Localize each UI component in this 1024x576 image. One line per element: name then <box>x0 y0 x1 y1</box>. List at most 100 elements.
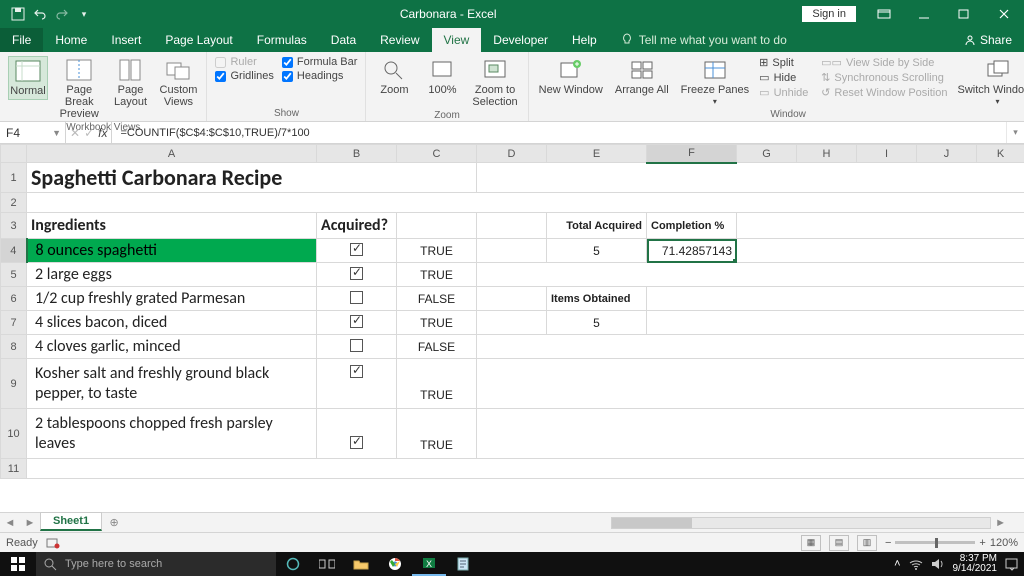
switch-windows-button[interactable]: Switch Windows▾ <box>955 56 1024 109</box>
row-header[interactable]: 10 <box>1 409 27 459</box>
enter-formula-icon[interactable]: ✓ <box>84 126 94 140</box>
worksheet-grid[interactable]: A B C D E F G H I J K 1Spaghetti Carbona… <box>0 144 1024 512</box>
minimize-icon[interactable] <box>904 0 944 28</box>
cell-A8[interactable]: 4 cloves garlic, minced <box>27 335 317 359</box>
chrome-icon[interactable] <box>378 552 412 576</box>
cell-A9[interactable]: Kosher salt and freshly ground black pep… <box>27 359 317 409</box>
maximize-icon[interactable] <box>944 0 984 28</box>
zoom-in-button[interactable]: + <box>979 537 985 549</box>
page-break-view-icon[interactable]: ▥ <box>857 535 877 551</box>
checkbox-icon[interactable] <box>350 267 363 280</box>
checkbox-icon[interactable] <box>350 243 363 256</box>
file-explorer-icon[interactable] <box>344 552 378 576</box>
tab-home[interactable]: Home <box>43 28 99 52</box>
col-B[interactable]: B <box>317 145 397 163</box>
checkbox-icon[interactable] <box>350 365 363 378</box>
split-button[interactable]: ⊞Split <box>759 56 813 69</box>
col-J[interactable]: J <box>917 145 977 163</box>
zoom-level[interactable]: 120% <box>990 537 1018 549</box>
custom-views-button[interactable]: Custom Views <box>158 56 198 110</box>
col-K[interactable]: K <box>977 145 1024 163</box>
hide-button[interactable]: ▭Hide <box>759 71 813 84</box>
undo-icon[interactable] <box>30 4 50 24</box>
volume-icon[interactable] <box>931 558 945 570</box>
cell-E3[interactable]: Total Acquired <box>547 213 647 239</box>
zoom-100-button[interactable]: 100% <box>422 56 462 98</box>
col-I[interactable]: I <box>857 145 917 163</box>
row-header[interactable]: 1 <box>1 163 27 193</box>
formula-bar-checkbox[interactable]: Formula Bar <box>282 56 358 68</box>
ribbon-options-icon[interactable] <box>864 0 904 28</box>
zoom-button[interactable]: Zoom <box>374 56 414 98</box>
zoom-slider[interactable] <box>895 541 975 544</box>
taskbar-search[interactable]: Type here to search <box>36 552 276 576</box>
row-header[interactable]: 6 <box>1 287 27 311</box>
page-layout-button[interactable]: Page Layout <box>110 56 150 110</box>
cell-B7[interactable] <box>317 311 397 335</box>
chevron-down-icon[interactable]: ▼ <box>52 128 61 138</box>
tab-help[interactable]: Help <box>560 28 609 52</box>
cell-B4[interactable] <box>317 239 397 263</box>
col-D[interactable]: D <box>477 145 547 163</box>
row-header[interactable]: 9 <box>1 359 27 409</box>
col-F[interactable]: F <box>647 145 737 163</box>
checkbox-icon[interactable] <box>350 339 363 352</box>
cell-B6[interactable] <box>317 287 397 311</box>
row-header[interactable]: 4 <box>1 239 27 263</box>
tab-review[interactable]: Review <box>368 28 431 52</box>
fx-icon[interactable]: fx <box>98 126 107 140</box>
tab-formulas[interactable]: Formulas <box>245 28 319 52</box>
sheet-nav-prev[interactable]: ◄ <box>0 513 20 532</box>
col-A[interactable]: A <box>27 145 317 163</box>
cell-A5[interactable]: 2 large eggs <box>27 263 317 287</box>
row-header[interactable]: 11 <box>1 459 27 479</box>
cell-C7[interactable]: TRUE <box>397 311 477 335</box>
cell-B10[interactable] <box>317 409 397 459</box>
cell-C5[interactable]: TRUE <box>397 263 477 287</box>
row-header[interactable]: 2 <box>1 193 27 213</box>
cell-C6[interactable]: FALSE <box>397 287 477 311</box>
task-view-icon[interactable] <box>310 552 344 576</box>
headings-checkbox[interactable]: Headings <box>282 70 358 82</box>
cell-A4[interactable]: 8 ounces spaghetti <box>27 239 317 263</box>
cell-C9[interactable]: TRUE <box>397 359 477 409</box>
zoom-out-button[interactable]: − <box>885 537 891 549</box>
row-header[interactable]: 3 <box>1 213 27 239</box>
excel-icon[interactable]: X <box>412 552 446 576</box>
cell-A6[interactable]: 1/2 cup freshly grated Parmesan <box>27 287 317 311</box>
ruler-checkbox[interactable]: Ruler <box>215 56 273 68</box>
cell-F4[interactable]: 71.42857143 <box>647 239 737 263</box>
expand-formula-icon[interactable]: ▾ <box>1006 122 1024 143</box>
taskbar-clock[interactable]: 8:37 PM 9/14/2021 <box>953 554 998 574</box>
cell-F3[interactable]: Completion % <box>647 213 737 239</box>
gridlines-checkbox[interactable]: Gridlines <box>215 70 273 82</box>
horizontal-scrollbar[interactable]: ► <box>126 513 1024 532</box>
qat-more-icon[interactable]: ▾ <box>74 4 94 24</box>
zoom-selection-button[interactable]: Zoom to Selection <box>470 56 519 110</box>
share-button[interactable]: Share <box>952 28 1024 52</box>
page-layout-view-icon[interactable]: ▤ <box>829 535 849 551</box>
formula-input[interactable]: =COUNTIF($C$4:$C$10,TRUE)/7*100 <box>112 122 1006 143</box>
notifications-icon[interactable] <box>1005 558 1018 571</box>
page-break-preview-button[interactable]: Page Break Preview <box>56 56 102 122</box>
cell-A7[interactable]: 4 slices bacon, diced <box>27 311 317 335</box>
checkbox-icon[interactable] <box>350 315 363 328</box>
arrange-all-button[interactable]: Arrange All <box>613 56 671 98</box>
notepad-icon[interactable] <box>446 552 480 576</box>
tab-insert[interactable]: Insert <box>99 28 153 52</box>
cell-B8[interactable] <box>317 335 397 359</box>
start-button[interactable] <box>0 552 36 576</box>
cell-E4[interactable]: 5 <box>547 239 647 263</box>
autosave-icon[interactable] <box>8 4 28 24</box>
tray-chevron-icon[interactable]: ˄ <box>894 558 900 570</box>
redo-icon[interactable] <box>52 4 72 24</box>
tab-developer[interactable]: Developer <box>481 28 560 52</box>
col-C[interactable]: C <box>397 145 477 163</box>
column-headers[interactable]: A B C D E F G H I J K <box>1 145 1024 163</box>
normal-view-button[interactable]: Normal <box>8 56 48 100</box>
row-header[interactable]: 7 <box>1 311 27 335</box>
cell-C8[interactable]: FALSE <box>397 335 477 359</box>
cell-C4[interactable]: TRUE <box>397 239 477 263</box>
tab-view[interactable]: View <box>432 28 482 52</box>
tab-data[interactable]: Data <box>319 28 368 52</box>
